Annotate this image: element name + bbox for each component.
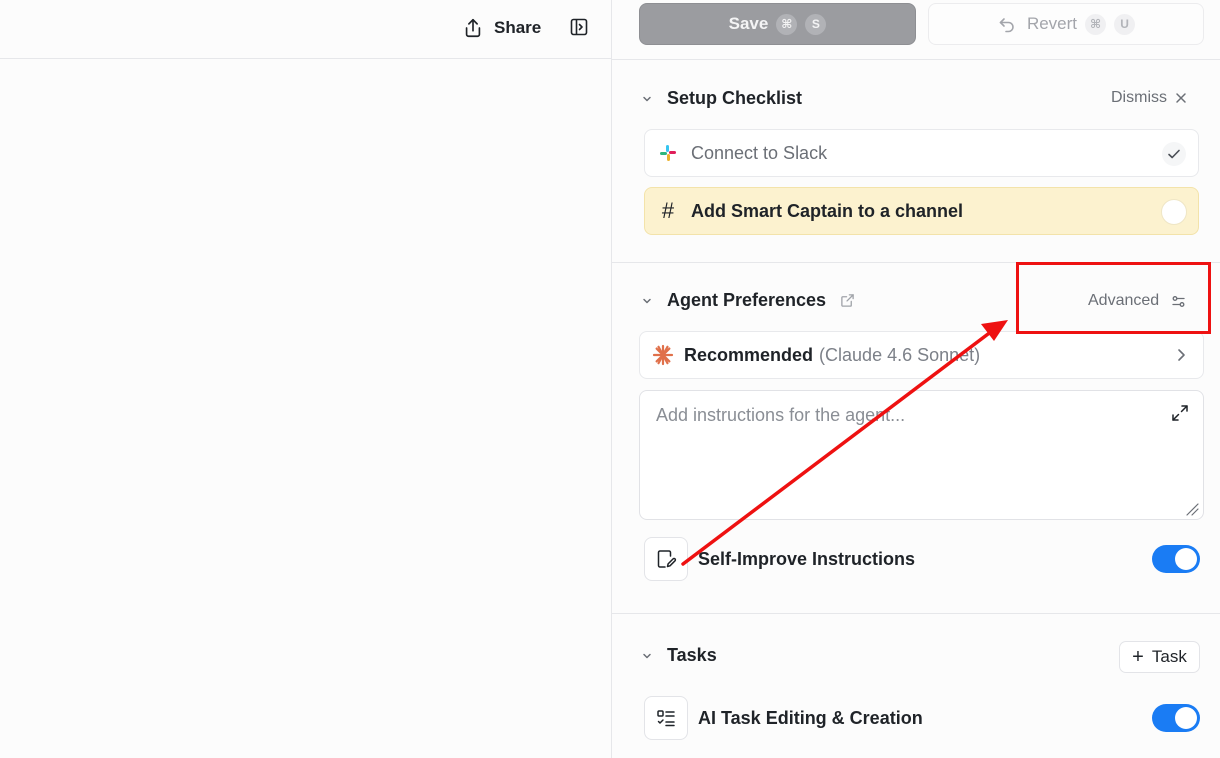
undo-icon — [999, 18, 1014, 33]
annotation-highlight-box — [1016, 262, 1211, 334]
edit-document-icon — [644, 537, 688, 581]
claude-spark-icon — [652, 344, 674, 366]
external-link-icon[interactable] — [840, 293, 855, 308]
checklist-item-connect-slack[interactable]: Connect to Slack — [644, 129, 1199, 177]
self-improve-toggle[interactable] — [1152, 545, 1200, 573]
chevron-down-icon — [643, 96, 651, 101]
hash-icon: # — [661, 198, 675, 223]
revert-label: Revert — [1026, 14, 1078, 33]
self-improve-row: Self-Improve Instructions — [644, 537, 1200, 581]
save-label: Save — [728, 14, 769, 33]
ai-task-toggle[interactable] — [1152, 704, 1200, 732]
revert-button[interactable]: Revert ⌘ U — [928, 3, 1204, 45]
app-root: Share Save ⌘ S Revert ⌘ U Setup Checklis… — [0, 0, 1220, 758]
slack-icon — [659, 144, 677, 162]
model-detail: (Claude 4.6 Sonnet) — [819, 344, 981, 365]
tasks-title: Tasks — [667, 645, 717, 665]
revert-shortcut-cmd: ⌘ — [1085, 13, 1107, 35]
model-label: Recommended — [684, 344, 814, 365]
save-shortcut-cmd: ⌘ — [776, 13, 798, 35]
chevron-right-icon — [1178, 349, 1185, 361]
checklist-item-label: Add Smart Captain to a channel — [691, 200, 964, 221]
checklist-item-label: Connect to Slack — [691, 142, 828, 163]
agent-preferences-header[interactable]: Agent Preferences — [641, 290, 855, 311]
section-divider — [612, 613, 1220, 614]
left-header: Share — [0, 0, 611, 59]
add-task-button[interactable]: + Task — [1119, 641, 1200, 673]
tasks-header[interactable]: Tasks — [641, 645, 717, 666]
share-label: Share — [494, 18, 542, 37]
agent-preferences-title: Agent Preferences — [667, 290, 827, 310]
setup-checklist-header[interactable]: Setup Checklist — [641, 88, 802, 109]
plus-icon: + — [1132, 646, 1144, 668]
chevron-down-icon — [643, 298, 651, 303]
save-shortcut-key: S — [805, 13, 827, 35]
add-task-label: Task — [1151, 647, 1187, 666]
revert-shortcut-key: U — [1114, 13, 1136, 35]
panel-toggle-icon[interactable] — [569, 17, 589, 37]
close-icon — [1176, 93, 1186, 103]
save-button[interactable]: Save ⌘ S — [639, 3, 916, 45]
dismiss-button[interactable]: Dismiss — [1111, 89, 1187, 107]
left-pane: Share — [0, 0, 612, 758]
incomplete-circle-icon — [1161, 199, 1187, 225]
chevron-down-icon — [643, 653, 651, 658]
expand-icon[interactable] — [1171, 404, 1189, 422]
share-icon — [465, 18, 481, 38]
toggle-knob — [1175, 548, 1197, 570]
ai-task-row: AI Task Editing & Creation — [644, 696, 1200, 740]
share-button[interactable]: Share — [462, 14, 541, 42]
resize-handle-icon[interactable] — [1185, 502, 1199, 516]
model-selector[interactable]: Recommended (Claude 4.6 Sonnet) — [639, 331, 1204, 379]
agent-instructions-input[interactable] — [639, 390, 1204, 520]
toggle-knob — [1175, 707, 1197, 729]
check-icon — [1162, 142, 1186, 166]
setup-checklist-title: Setup Checklist — [667, 88, 803, 108]
ai-task-label: AI Task Editing & Creation — [698, 707, 923, 728]
dismiss-label: Dismiss — [1111, 89, 1167, 106]
checklist-icon — [644, 696, 688, 740]
right-pane: Save ⌘ S Revert ⌘ U Setup Checklist Dism… — [612, 0, 1220, 758]
self-improve-label: Self-Improve Instructions — [698, 548, 916, 569]
toolbar-divider — [612, 59, 1220, 60]
checklist-item-add-to-channel[interactable]: # Add Smart Captain to a channel — [644, 187, 1199, 235]
